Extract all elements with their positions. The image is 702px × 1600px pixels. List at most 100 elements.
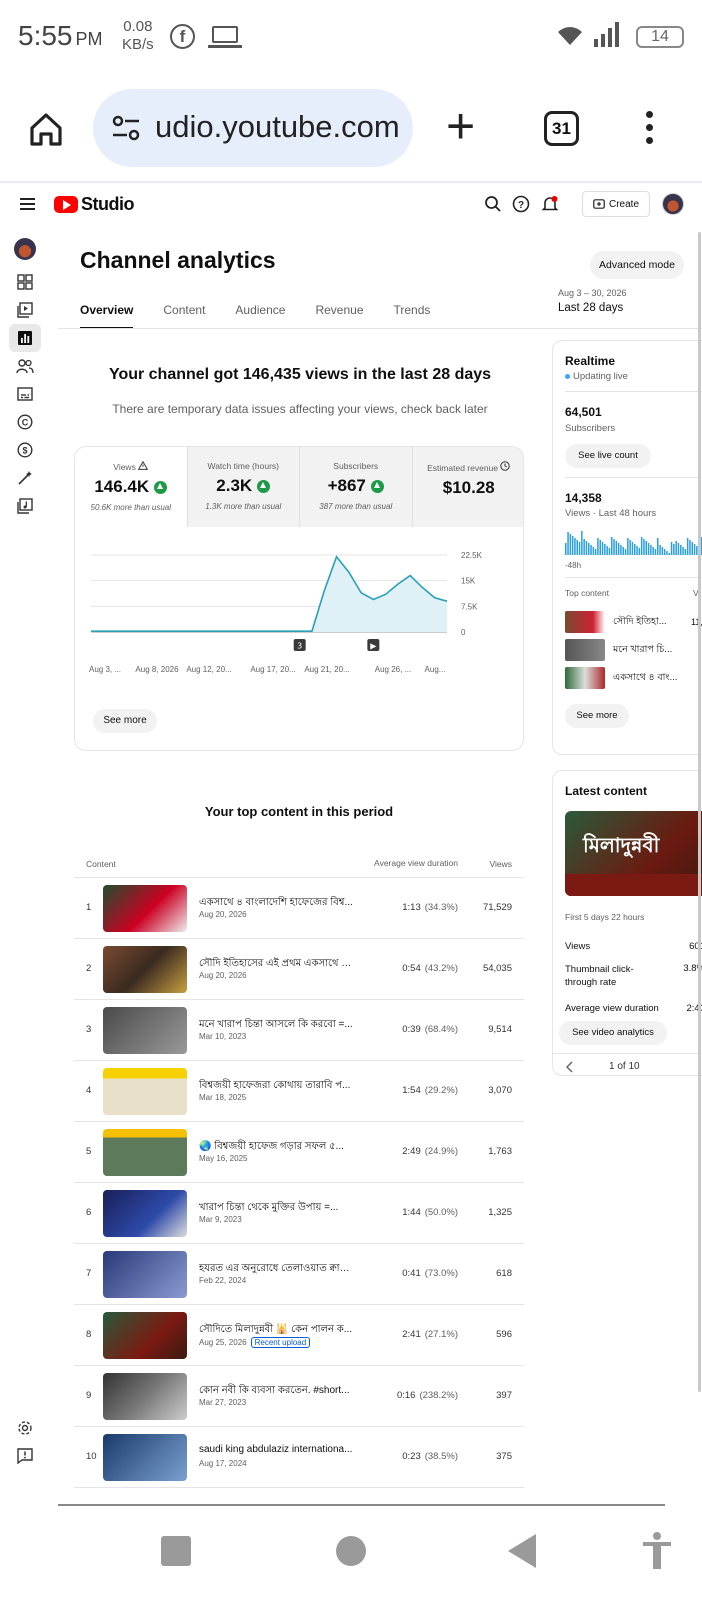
table-row[interactable]: 9 কোন নবী কি ব্যবসা করতেন. #short... Mar 2… — [74, 1366, 524, 1427]
views-chart[interactable]: 22.5K 15K 7.5K 0 3 ▶ Aug 3, ... Aug 8, 2026 Aug … — [75, 543, 524, 693]
trend-up-icon — [154, 480, 168, 494]
realtime-bar — [652, 547, 654, 555]
see-video-analytics-button[interactable]: See video analytics — [559, 1021, 667, 1045]
menu-icon[interactable] — [20, 198, 35, 210]
copyright-icon[interactable]: C — [15, 412, 35, 432]
channel-avatar[interactable] — [14, 238, 36, 260]
video-thumbnail[interactable] — [103, 946, 187, 993]
divider — [58, 1504, 665, 1506]
realtime-bar — [608, 548, 611, 555]
row-views: 9,514 — [488, 1024, 512, 1035]
realtime-bar — [650, 545, 652, 555]
metric-tab-subscribers[interactable]: Subscribers +867 387 more than usual — [300, 447, 413, 527]
address-bar[interactable]: udio.youtube.com — [93, 89, 413, 167]
site-settings-icon[interactable] — [111, 113, 141, 143]
tab-overview[interactable]: Overview — [80, 303, 134, 329]
dashboard-icon[interactable] — [15, 272, 35, 292]
clock-icon — [500, 461, 511, 471]
realtime-bar — [594, 549, 597, 555]
table-row[interactable]: 5 🌏 বিশ্বজয়ী হাফেজ গড়ার সফল ৫... May 16,… — [74, 1122, 524, 1183]
earn-icon[interactable]: $ — [15, 440, 35, 460]
x-tick-label: Aug 17, 20... — [250, 665, 295, 674]
video-thumbnail[interactable] — [103, 1434, 187, 1481]
row-rank: 5 — [86, 1146, 92, 1157]
realtime-see-more-button[interactable]: See more — [565, 704, 629, 728]
page-scrollbar[interactable] — [698, 232, 701, 1392]
video-thumbnail[interactable] — [103, 1251, 187, 1298]
account-avatar[interactable] — [662, 193, 684, 215]
analytics-icon[interactable] — [9, 324, 41, 352]
row-views: 596 — [496, 1329, 512, 1340]
browser-menu-button[interactable] — [646, 111, 654, 147]
tab-revenue[interactable]: Revenue — [315, 303, 363, 329]
realtime-bar — [565, 543, 567, 555]
recents-button[interactable] — [161, 1536, 191, 1566]
help-icon[interactable]: ? — [512, 195, 530, 213]
realtime-bar — [661, 547, 664, 555]
video-thumbnail[interactable] — [103, 1190, 187, 1237]
video-thumbnail[interactable] — [103, 1007, 187, 1054]
video-thumbnail[interactable] — [103, 1312, 187, 1359]
metric-tab-views[interactable]: Views 146.4K 50.6K more than usual — [75, 447, 188, 527]
table-row[interactable]: 8 সৌদিতে মিলাদুন্নবী 🕌 কেন পালন ক... Aug 2… — [74, 1305, 524, 1366]
realtime-bar — [599, 540, 601, 555]
realtime-top-item[interactable]: সৌদি ইতিহা... 11, — [565, 611, 702, 633]
realtime-bar — [617, 543, 620, 555]
video-thumbnail[interactable] — [103, 1373, 187, 1420]
accessibility-icon[interactable] — [640, 1531, 674, 1571]
realtime-bar — [567, 532, 569, 555]
chevron-left-icon[interactable] — [565, 1061, 575, 1073]
metric-tab-watch-time[interactable]: Watch time (hours) 2.3K 1.3K more than u… — [187, 447, 300, 527]
video-thumbnail[interactable] — [103, 1129, 187, 1176]
table-row[interactable]: 4 বিশ্বজয়ী হাফেজরা কোথায় তারাবি প... Mar… — [74, 1061, 524, 1122]
subtitles-icon[interactable] — [15, 384, 35, 404]
table-row[interactable]: 10 saudi king abdulaziz internationa... Au… — [74, 1427, 524, 1488]
tab-content[interactable]: Content — [163, 303, 205, 329]
home-button[interactable] — [336, 1536, 366, 1566]
video-thumbnail[interactable] — [103, 1068, 187, 1115]
video-thumbnail[interactable] — [103, 885, 187, 932]
realtime-bar — [666, 551, 668, 555]
see-live-count-button[interactable]: See live count — [565, 444, 651, 468]
advanced-mode-button[interactable]: Advanced mode — [590, 251, 684, 279]
realtime-bar — [691, 542, 693, 555]
metric-tab-revenue[interactable]: Estimated revenue $10.28 — [412, 447, 523, 527]
realtime-bar — [574, 538, 576, 555]
table-row[interactable]: 2 সৌদি ইতিহাসের এই প্রথম একসাথে ৪... Aug 2… — [74, 939, 524, 1000]
customization-icon[interactable] — [15, 468, 35, 488]
realtime-bar — [606, 546, 608, 555]
home-icon[interactable] — [28, 111, 64, 147]
realtime-bar — [631, 542, 634, 555]
latest-video-thumbnail[interactable]: মিলাদুন্নবী — [565, 811, 702, 896]
community-icon[interactable] — [15, 356, 35, 376]
settings-icon[interactable] — [15, 1418, 35, 1438]
tab-switcher-button[interactable]: 31 — [544, 111, 579, 146]
back-button[interactable] — [508, 1534, 536, 1568]
see-more-button[interactable]: See more — [93, 709, 157, 733]
feedback-icon[interactable] — [15, 1446, 35, 1466]
x-tick-label: Aug 21, 20... — [304, 665, 349, 674]
signal-icon — [594, 22, 619, 47]
audio-library-icon[interactable] — [15, 496, 35, 516]
thumbnail — [565, 639, 605, 661]
new-tab-button[interactable]: + — [446, 101, 475, 151]
realtime-bar — [569, 534, 572, 555]
notifications-icon[interactable] — [541, 195, 559, 213]
table-row[interactable]: 6 খারাপ চিন্তা থেকে মুক্তির উপায় =... Mar… — [74, 1183, 524, 1244]
realtime-top-item[interactable]: মনে খারাপ চি... — [565, 639, 683, 661]
realtime-bar — [620, 545, 622, 555]
studio-logo[interactable]: Studio — [54, 193, 135, 215]
create-button[interactable]: Create — [582, 191, 650, 217]
table-row[interactable]: 1 একসাথে ৪ বাংলাদেশি হাফেজের বিশ্ব... Aug … — [74, 878, 524, 939]
tab-trends[interactable]: Trends — [394, 303, 431, 329]
search-icon[interactable] — [484, 195, 502, 213]
realtime-bar — [675, 541, 677, 555]
tab-audience[interactable]: Audience — [235, 303, 285, 329]
table-row[interactable]: 3 মনে খারাপ চিন্তা আসলে কি করবো =... Mar 1… — [74, 1000, 524, 1061]
realtime-top-item[interactable]: একসাথে ৪ বাং... — [565, 667, 683, 689]
pager-text: 1 of 10 — [609, 1061, 640, 1072]
video-title[interactable]: saudi king abdulaziz internationa... — [199, 1444, 354, 1455]
content-icon[interactable] — [15, 300, 35, 320]
date-range-picker[interactable]: Aug 3 – 30, 2026 Last 28 days — [558, 288, 627, 314]
table-row[interactable]: 7 হযরত এর অনুরোধে তেলাওয়াত ক্বারী... Feb … — [74, 1244, 524, 1305]
